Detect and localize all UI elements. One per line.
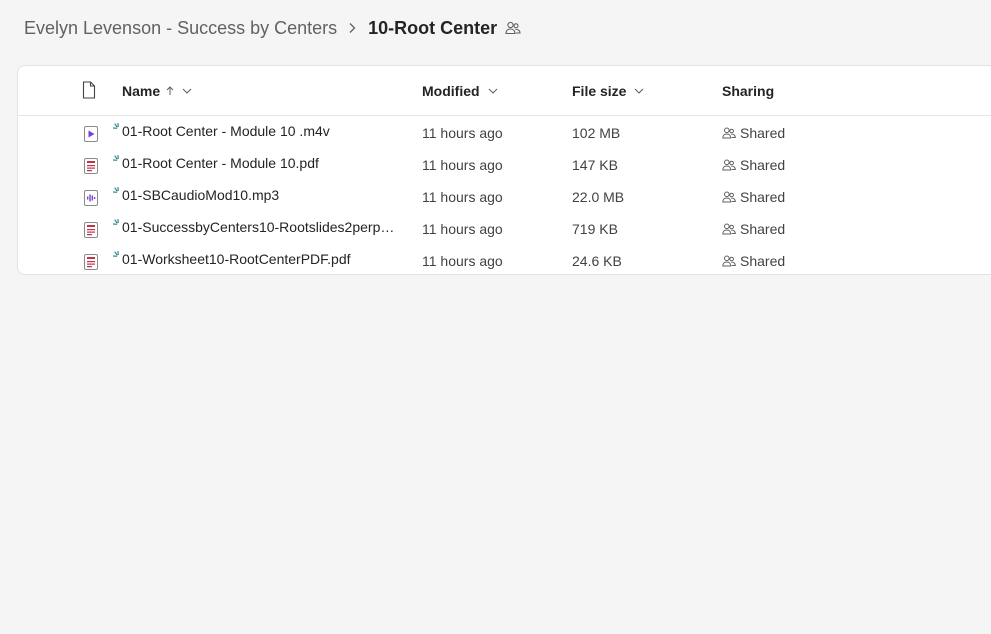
file-name-link[interactable]: 01-SuccessbyCenters10-Rootslides2perpag.…: [122, 211, 402, 243]
pdf-file-icon: [84, 222, 98, 238]
file-row[interactable]: 01-SuccessbyCenters10-Rootslides2perpag.…: [18, 213, 991, 245]
file-name-link[interactable]: 01-Worksheet10-RootCenterPDF.pdf: [122, 243, 402, 275]
file-modified: 11 hours ago: [422, 125, 503, 141]
chevron-down-icon: [634, 88, 644, 94]
file-name-link[interactable]: 01-SBCaudioMod10.mp3: [122, 179, 402, 211]
breadcrumb-current-folder: 10-Root Center: [368, 17, 498, 38]
column-header-sharing[interactable]: Sharing: [722, 66, 774, 115]
chevron-right-icon: [348, 22, 356, 34]
file-name-link[interactable]: 01-Root Center - Module 10 .m4v: [122, 115, 402, 147]
file-modified: 11 hours ago: [422, 189, 503, 205]
file-modified: 11 hours ago: [422, 221, 503, 237]
column-header-file-size[interactable]: File size: [572, 66, 644, 115]
file-modified: 11 hours ago: [422, 157, 503, 173]
file-modified: 11 hours ago: [422, 253, 503, 269]
file-sharing-status[interactable]: Shared: [722, 117, 785, 149]
column-header-file-size-label: File size: [572, 82, 627, 99]
pdf-file-icon: [84, 254, 98, 270]
people-shared-icon: [722, 223, 740, 235]
sharing-label: Shared: [740, 125, 786, 141]
file-row[interactable]: 01-Worksheet10-RootCenterPDF.pdf 11 hours…: [18, 245, 991, 277]
file-sharing-status[interactable]: Shared: [722, 213, 785, 245]
file-size: 719 KB: [572, 221, 618, 237]
file-sharing-status[interactable]: Shared: [722, 149, 785, 181]
breadcrumb-parent-link[interactable]: Evelyn Levenson - Success by Centers: [24, 18, 337, 39]
pdf-file-icon: [84, 158, 98, 174]
file-row[interactable]: 01-SBCaudioMod10.mp3 11 hours ago 22.0 MB S…: [18, 181, 991, 213]
sort-ascending-icon: [166, 85, 174, 96]
column-header-modified[interactable]: Modified: [422, 66, 498, 115]
file-name-link[interactable]: 01-Root Center - Module 10.pdf: [122, 147, 402, 179]
file-size: 102 MB: [572, 125, 621, 141]
people-shared-icon: [722, 159, 740, 171]
list-header: Name Modified File size Sharing: [18, 66, 991, 116]
breadcrumb: Evelyn Levenson - Success by Centers 10-…: [24, 15, 521, 41]
file-size: 147 KB: [572, 157, 618, 173]
file-sharing-status[interactable]: Shared: [722, 245, 785, 277]
audio-file-icon: [84, 190, 98, 206]
people-shared-icon: [722, 255, 740, 267]
column-header-sharing-label: Sharing: [722, 82, 775, 99]
people-shared-icon: [722, 191, 740, 203]
file-row[interactable]: 01-Root Center - Module 10.pdf 11 hours a…: [18, 149, 991, 181]
sharing-label: Shared: [740, 221, 786, 237]
chevron-down-icon: [182, 88, 192, 94]
column-header-name[interactable]: Name: [122, 66, 192, 115]
chevron-down-icon: [488, 88, 498, 94]
people-shared-icon: [722, 127, 740, 139]
video-file-icon: [84, 126, 98, 142]
file-size: 22.0 MB: [572, 189, 625, 205]
column-header-name-label: Name: [122, 82, 161, 99]
sharing-label: Shared: [740, 157, 786, 173]
file-list: Name Modified File size Sharing 01-Root …: [17, 65, 991, 275]
file-size: 24.6 KB: [572, 253, 622, 269]
sharing-label: Shared: [740, 189, 786, 205]
sharing-label: Shared: [740, 253, 786, 269]
column-header-modified-label: Modified: [422, 82, 480, 99]
file-row[interactable]: 01-Root Center - Module 10 .m4v 11 hours …: [18, 117, 991, 149]
document-icon[interactable]: [82, 81, 96, 102]
file-sharing-status[interactable]: Shared: [722, 181, 785, 213]
people-shared-icon[interactable]: [505, 21, 521, 35]
